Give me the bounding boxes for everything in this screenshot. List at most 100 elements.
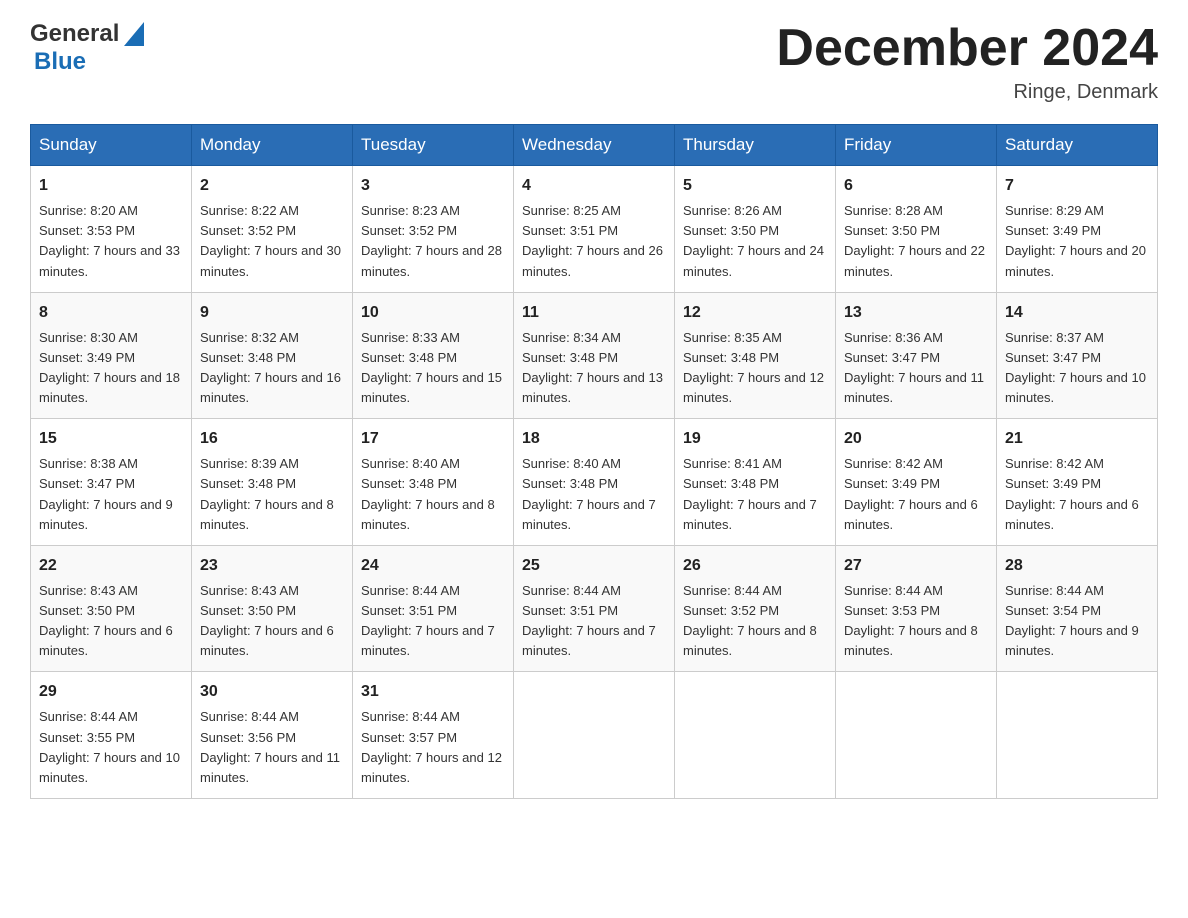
col-saturday: Saturday (997, 125, 1158, 166)
day-number: 16 (200, 427, 344, 451)
day-number: 2 (200, 174, 344, 198)
week-row-2: 8 Sunrise: 8:30 AMSunset: 3:49 PMDaylight… (31, 292, 1158, 419)
calendar-cell: 9 Sunrise: 8:32 AMSunset: 3:48 PMDaylight… (192, 292, 353, 419)
calendar-cell: 31Sunrise: 8:44 AMSunset: 3:57 PMDayligh… (353, 672, 514, 799)
day-info: Sunrise: 8:42 AMSunset: 3:49 PMDaylight:… (1005, 456, 1139, 531)
calendar-cell: 29 Sunrise: 8:44 AMSunset: 3:55 PMDayligh… (31, 672, 192, 799)
calendar-cell (836, 672, 997, 799)
day-number: 13 (844, 301, 988, 325)
day-number: 23 (200, 554, 344, 578)
day-number: 11 (522, 301, 666, 325)
calendar-cell: 15 Sunrise: 8:38 AMSunset: 3:47 PMDayligh… (31, 419, 192, 546)
day-number: 1 (39, 174, 183, 198)
day-info: Sunrise: 8:44 AMSunset: 3:55 PMDaylight:… (39, 709, 180, 784)
calendar-cell: 2 Sunrise: 8:22 AMSunset: 3:52 PMDaylight… (192, 166, 353, 293)
day-number: 30 (200, 680, 344, 704)
location-subtitle: Ringe, Denmark (776, 81, 1158, 104)
calendar-title-area: December 2024 Ringe, Denmark (776, 20, 1158, 104)
day-number: 9 (200, 301, 344, 325)
day-number: 29 (39, 680, 183, 704)
day-number: 3 (361, 174, 505, 198)
day-number: 18 (522, 427, 666, 451)
day-number: 14 (1005, 301, 1149, 325)
day-info: Sunrise: 8:43 AMSunset: 3:50 PMDaylight:… (39, 583, 173, 658)
calendar-cell: 18 Sunrise: 8:40 AMSunset: 3:48 PMDayligh… (514, 419, 675, 546)
day-number: 22 (39, 554, 183, 578)
day-info: Sunrise: 8:40 AMSunset: 3:48 PMDaylight:… (522, 456, 656, 531)
day-number: 15 (39, 427, 183, 451)
day-info: Sunrise: 8:20 AMSunset: 3:53 PMDaylight:… (39, 203, 180, 278)
calendar-cell (514, 672, 675, 799)
col-sunday: Sunday (31, 125, 192, 166)
day-number: 26 (683, 554, 827, 578)
day-number: 6 (844, 174, 988, 198)
day-info: Sunrise: 8:44 AMSunset: 3:52 PMDaylight:… (683, 583, 817, 658)
calendar-cell: 23 Sunrise: 8:43 AMSunset: 3:50 PMDayligh… (192, 545, 353, 672)
week-row-3: 15 Sunrise: 8:38 AMSunset: 3:47 PMDayligh… (31, 419, 1158, 546)
calendar-cell: 24 Sunrise: 8:44 AMSunset: 3:51 PMDayligh… (353, 545, 514, 672)
day-info: Sunrise: 8:43 AMSunset: 3:50 PMDaylight:… (200, 583, 334, 658)
calendar-cell: 12 Sunrise: 8:35 AMSunset: 3:48 PMDayligh… (675, 292, 836, 419)
day-info: Sunrise: 8:44 AMSunset: 3:51 PMDaylight:… (361, 583, 495, 658)
calendar-cell: 10Sunrise: 8:33 AMSunset: 3:48 PMDayligh… (353, 292, 514, 419)
calendar-cell: 27Sunrise: 8:44 AMSunset: 3:53 PMDayligh… (836, 545, 997, 672)
day-number: 8 (39, 301, 183, 325)
day-info: Sunrise: 8:44 AMSunset: 3:51 PMDaylight:… (522, 583, 656, 658)
calendar-cell: 21 Sunrise: 8:42 AMSunset: 3:49 PMDayligh… (997, 419, 1158, 546)
day-info: Sunrise: 8:30 AMSunset: 3:49 PMDaylight:… (39, 330, 180, 405)
col-wednesday: Wednesday (514, 125, 675, 166)
day-number: 7 (1005, 174, 1149, 198)
calendar-cell: 1 Sunrise: 8:20 AMSunset: 3:53 PMDaylight… (31, 166, 192, 293)
day-number: 12 (683, 301, 827, 325)
day-info: Sunrise: 8:23 AMSunset: 3:52 PMDaylight:… (361, 203, 502, 278)
month-year-title: December 2024 (776, 20, 1158, 77)
day-info: Sunrise: 8:44 AMSunset: 3:53 PMDaylight:… (844, 583, 978, 658)
calendar-cell: 6 Sunrise: 8:28 AMSunset: 3:50 PMDaylight… (836, 166, 997, 293)
logo: General Blue (30, 20, 144, 76)
day-number: 20 (844, 427, 988, 451)
week-row-5: 29 Sunrise: 8:44 AMSunset: 3:55 PMDayligh… (31, 672, 1158, 799)
calendar-cell (997, 672, 1158, 799)
calendar-cell (675, 672, 836, 799)
week-row-1: 1 Sunrise: 8:20 AMSunset: 3:53 PMDaylight… (31, 166, 1158, 293)
day-info: Sunrise: 8:34 AMSunset: 3:48 PMDaylight:… (522, 330, 663, 405)
col-monday: Monday (192, 125, 353, 166)
day-info: Sunrise: 8:36 AMSunset: 3:47 PMDaylight:… (844, 330, 984, 405)
calendar-cell: 16Sunrise: 8:39 AMSunset: 3:48 PMDayligh… (192, 419, 353, 546)
calendar-cell: 4Sunrise: 8:25 AMSunset: 3:51 PMDaylight… (514, 166, 675, 293)
calendar-cell: 25 Sunrise: 8:44 AMSunset: 3:51 PMDayligh… (514, 545, 675, 672)
calendar-header-row: Sunday Monday Tuesday Wednesday Thursday… (31, 125, 1158, 166)
calendar-cell: 28Sunrise: 8:44 AMSunset: 3:54 PMDayligh… (997, 545, 1158, 672)
calendar-cell: 14 Sunrise: 8:37 AMSunset: 3:47 PMDayligh… (997, 292, 1158, 419)
day-number: 24 (361, 554, 505, 578)
calendar-cell: 7Sunrise: 8:29 AMSunset: 3:49 PMDaylight… (997, 166, 1158, 293)
calendar-cell: 30 Sunrise: 8:44 AMSunset: 3:56 PMDayligh… (192, 672, 353, 799)
day-info: Sunrise: 8:37 AMSunset: 3:47 PMDaylight:… (1005, 330, 1146, 405)
col-tuesday: Tuesday (353, 125, 514, 166)
day-info: Sunrise: 8:44 AMSunset: 3:57 PMDaylight:… (361, 709, 502, 784)
day-info: Sunrise: 8:38 AMSunset: 3:47 PMDaylight:… (39, 456, 173, 531)
calendar-cell: 3 Sunrise: 8:23 AMSunset: 3:52 PMDaylight… (353, 166, 514, 293)
day-info: Sunrise: 8:42 AMSunset: 3:49 PMDaylight:… (844, 456, 978, 531)
day-number: 21 (1005, 427, 1149, 451)
logo-blue-text: Blue (34, 48, 86, 75)
day-info: Sunrise: 8:28 AMSunset: 3:50 PMDaylight:… (844, 203, 985, 278)
day-info: Sunrise: 8:25 AMSunset: 3:51 PMDaylight:… (522, 203, 663, 278)
week-row-4: 22 Sunrise: 8:43 AMSunset: 3:50 PMDayligh… (31, 545, 1158, 672)
calendar-cell: 11 Sunrise: 8:34 AMSunset: 3:48 PMDayligh… (514, 292, 675, 419)
day-info: Sunrise: 8:22 AMSunset: 3:52 PMDaylight:… (200, 203, 341, 278)
calendar-table: Sunday Monday Tuesday Wednesday Thursday… (30, 124, 1158, 799)
day-number: 17 (361, 427, 505, 451)
day-info: Sunrise: 8:35 AMSunset: 3:48 PMDaylight:… (683, 330, 824, 405)
calendar-cell: 19Sunrise: 8:41 AMSunset: 3:48 PMDayligh… (675, 419, 836, 546)
day-number: 28 (1005, 554, 1149, 578)
col-thursday: Thursday (675, 125, 836, 166)
page-header: General Blue December 2024 Ringe, Denmar… (30, 20, 1158, 104)
day-info: Sunrise: 8:32 AMSunset: 3:48 PMDaylight:… (200, 330, 341, 405)
day-info: Sunrise: 8:44 AMSunset: 3:56 PMDaylight:… (200, 709, 340, 784)
day-info: Sunrise: 8:33 AMSunset: 3:48 PMDaylight:… (361, 330, 502, 405)
day-number: 25 (522, 554, 666, 578)
calendar-cell: 8 Sunrise: 8:30 AMSunset: 3:49 PMDaylight… (31, 292, 192, 419)
calendar-cell: 26 Sunrise: 8:44 AMSunset: 3:52 PMDayligh… (675, 545, 836, 672)
logo-general-text: General (30, 20, 119, 48)
